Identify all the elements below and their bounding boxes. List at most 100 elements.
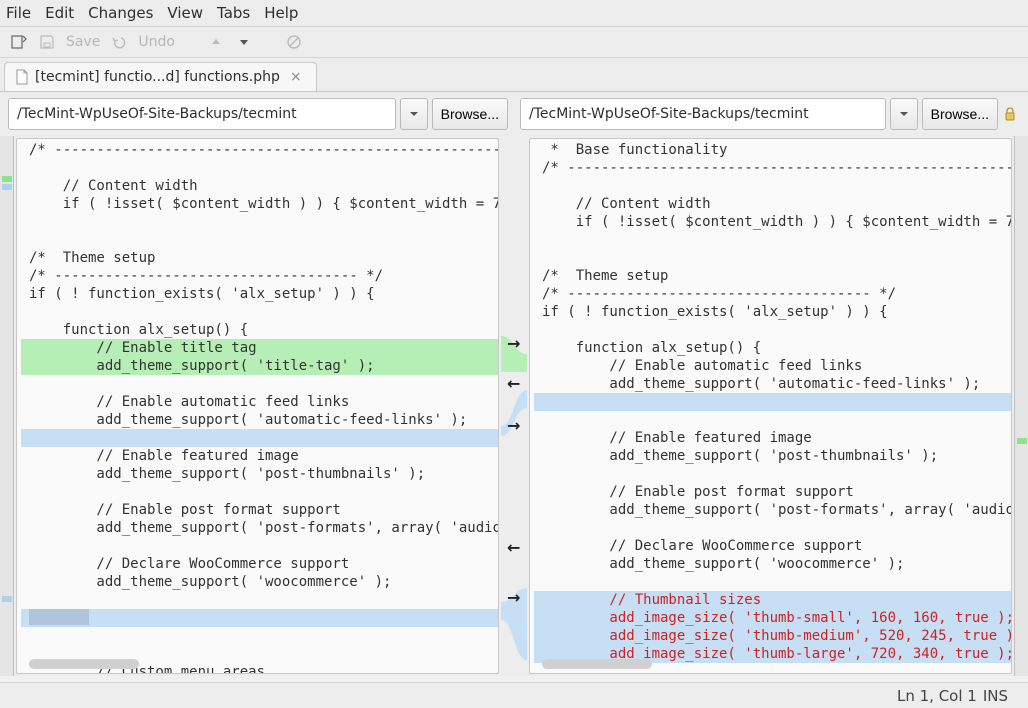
left-path-dropdown[interactable]	[400, 98, 428, 130]
code-line[interactable]	[21, 591, 498, 609]
push-right-arrow-icon[interactable]: →	[507, 334, 523, 350]
code-line[interactable]: add_theme_support( 'woocommerce' );	[534, 555, 1011, 573]
statusbar: Ln 1, Col 1 INS	[0, 682, 1028, 708]
code-line[interactable]	[21, 303, 498, 321]
code-line[interactable]: if ( ! function_exists( 'alx_setup' ) ) …	[534, 303, 1011, 321]
undo-icon[interactable]	[110, 33, 128, 51]
code-line[interactable]	[21, 627, 498, 645]
code-line[interactable]: /* ------------------------------------ …	[534, 285, 1011, 303]
code-line[interactable]: add_theme_support( 'title-tag' );	[21, 357, 498, 375]
menu-file[interactable]: File	[6, 4, 31, 22]
menu-changes[interactable]: Changes	[88, 4, 153, 22]
code-line[interactable]: // Content width	[21, 177, 498, 195]
pathbar-row: /TecMint-WpUseOf-Site-Backups/tecmint Br…	[0, 92, 1028, 136]
menu-tabs[interactable]: Tabs	[217, 4, 250, 22]
menu-help[interactable]: Help	[264, 4, 298, 22]
code-line[interactable]	[534, 519, 1011, 537]
code-line[interactable]: if ( !isset( $content_width ) ) { $conte…	[534, 213, 1011, 231]
code-line[interactable]: // Enable automatic feed links	[21, 393, 498, 411]
code-line[interactable]: if ( !isset( $content_width ) ) { $conte…	[21, 195, 498, 213]
code-line[interactable]: /* -------------------------------------…	[21, 141, 498, 159]
code-line[interactable]: /* Theme setup	[534, 267, 1011, 285]
right-horizontal-scrollbar[interactable]	[542, 659, 652, 669]
right-browse-button[interactable]: Browse...	[922, 98, 998, 130]
code-line[interactable]: /* Theme setup	[21, 249, 498, 267]
code-line[interactable]: add_theme_support( 'post-formats', array…	[21, 519, 498, 537]
code-line[interactable]: add_theme_support( 'woocommerce' );	[21, 573, 498, 591]
code-line[interactable]	[534, 393, 1011, 411]
left-browse-button[interactable]: Browse...	[432, 98, 508, 130]
code-line[interactable]: // Thumbnail sizes	[534, 591, 1011, 609]
code-line[interactable]: // Enable post format support	[21, 501, 498, 519]
right-path-dropdown[interactable]	[890, 98, 918, 130]
push-left-arrow-icon[interactable]: ←	[507, 374, 523, 390]
code-line[interactable]: // Enable post format support	[534, 483, 1011, 501]
code-line[interactable]	[534, 465, 1011, 483]
save-label: Save	[66, 34, 100, 50]
cursor-position: Ln 1, Col 1	[897, 687, 977, 705]
tab-functions-php[interactable]: [tecmint] functio...d] functions.php ×	[4, 62, 317, 91]
code-line[interactable]	[21, 231, 498, 249]
push-right-arrow-icon-2[interactable]: →	[507, 416, 523, 432]
lock-icon[interactable]	[1002, 105, 1020, 123]
code-line[interactable]	[534, 249, 1011, 267]
diff-area: /* -------------------------------------…	[0, 136, 1028, 676]
code-line[interactable]: add_theme_support( 'post-thumbnails' );	[534, 447, 1011, 465]
push-right-arrow-icon-3[interactable]: →	[507, 588, 523, 604]
code-line[interactable]: add_image_size( 'thumb-medium', 520, 245…	[534, 627, 1011, 645]
new-comparison-icon[interactable]	[10, 33, 28, 51]
code-line[interactable]: // Content width	[534, 195, 1011, 213]
code-line[interactable]: add_theme_support( 'automatic-feed-links…	[534, 375, 1011, 393]
right-overview-gutter[interactable]	[1014, 136, 1028, 676]
stop-icon[interactable]	[285, 33, 303, 51]
code-line[interactable]: // Enable title tag	[21, 339, 498, 357]
code-line[interactable]: // Declare WooCommerce support	[21, 555, 498, 573]
toolbar: Save Undo	[0, 27, 1028, 58]
undo-label: Undo	[138, 34, 175, 50]
code-line[interactable]	[21, 483, 498, 501]
code-line[interactable]: * Base functionality	[534, 141, 1011, 159]
code-line[interactable]	[534, 411, 1011, 429]
code-line[interactable]	[21, 213, 498, 231]
left-horizontal-scrollbar[interactable]	[29, 659, 139, 669]
tabbar: [tecmint] functio...d] functions.php ×	[0, 58, 1028, 92]
code-line[interactable]	[21, 375, 498, 393]
left-overview-gutter[interactable]	[0, 136, 14, 676]
document-icon	[15, 69, 29, 85]
save-icon[interactable]	[38, 33, 56, 51]
prev-change-up-icon[interactable]	[207, 33, 225, 51]
code-line[interactable]: /* -------------------------------------…	[534, 159, 1011, 177]
code-line[interactable]	[534, 231, 1011, 249]
right-path-input[interactable]: /TecMint-WpUseOf-Site-Backups/tecmint	[520, 98, 886, 130]
code-line[interactable]: add_image_size( 'thumb-small', 160, 160,…	[534, 609, 1011, 627]
menu-edit[interactable]: Edit	[45, 4, 74, 22]
code-line[interactable]: add_theme_support( 'automatic-feed-links…	[21, 411, 498, 429]
tab-close-icon[interactable]: ×	[286, 69, 306, 85]
code-line[interactable]: // Enable automatic feed links	[534, 357, 1011, 375]
code-line[interactable]	[534, 573, 1011, 591]
code-line[interactable]	[21, 429, 498, 447]
code-line[interactable]	[534, 177, 1011, 195]
code-line[interactable]	[534, 321, 1011, 339]
code-line[interactable]: add_theme_support( 'post-thumbnails' );	[21, 465, 498, 483]
tab-title: [tecmint] functio...d] functions.php	[35, 69, 280, 85]
right-pane[interactable]: * Base functionality/* -----------------…	[529, 138, 1012, 674]
left-pane[interactable]: /* -------------------------------------…	[16, 138, 499, 674]
code-line[interactable]: // Enable featured image	[21, 447, 498, 465]
code-line[interactable]: if ( ! function_exists( 'alx_setup' ) ) …	[21, 285, 498, 303]
code-line[interactable]: function alx_setup() {	[21, 321, 498, 339]
code-line[interactable]	[21, 159, 498, 177]
code-line[interactable]: // Declare WooCommerce support	[534, 537, 1011, 555]
code-line[interactable]: function alx_setup() {	[534, 339, 1011, 357]
code-line[interactable]	[21, 537, 498, 555]
next-change-down-icon[interactable]	[235, 33, 253, 51]
left-path-input[interactable]: /TecMint-WpUseOf-Site-Backups/tecmint	[8, 98, 396, 130]
push-left-arrow-icon-2[interactable]: ←	[507, 538, 523, 554]
code-line[interactable]: // Enable featured image	[534, 429, 1011, 447]
code-line[interactable]: add_theme_support( 'post-formats', array…	[534, 501, 1011, 519]
menubar: File Edit Changes View Tabs Help	[0, 0, 1028, 27]
code-line[interactable]	[21, 609, 498, 627]
menu-view[interactable]: View	[167, 4, 203, 22]
code-line[interactable]: /* ------------------------------------ …	[21, 267, 498, 285]
center-link-strip: → ← → ← →	[501, 136, 527, 676]
